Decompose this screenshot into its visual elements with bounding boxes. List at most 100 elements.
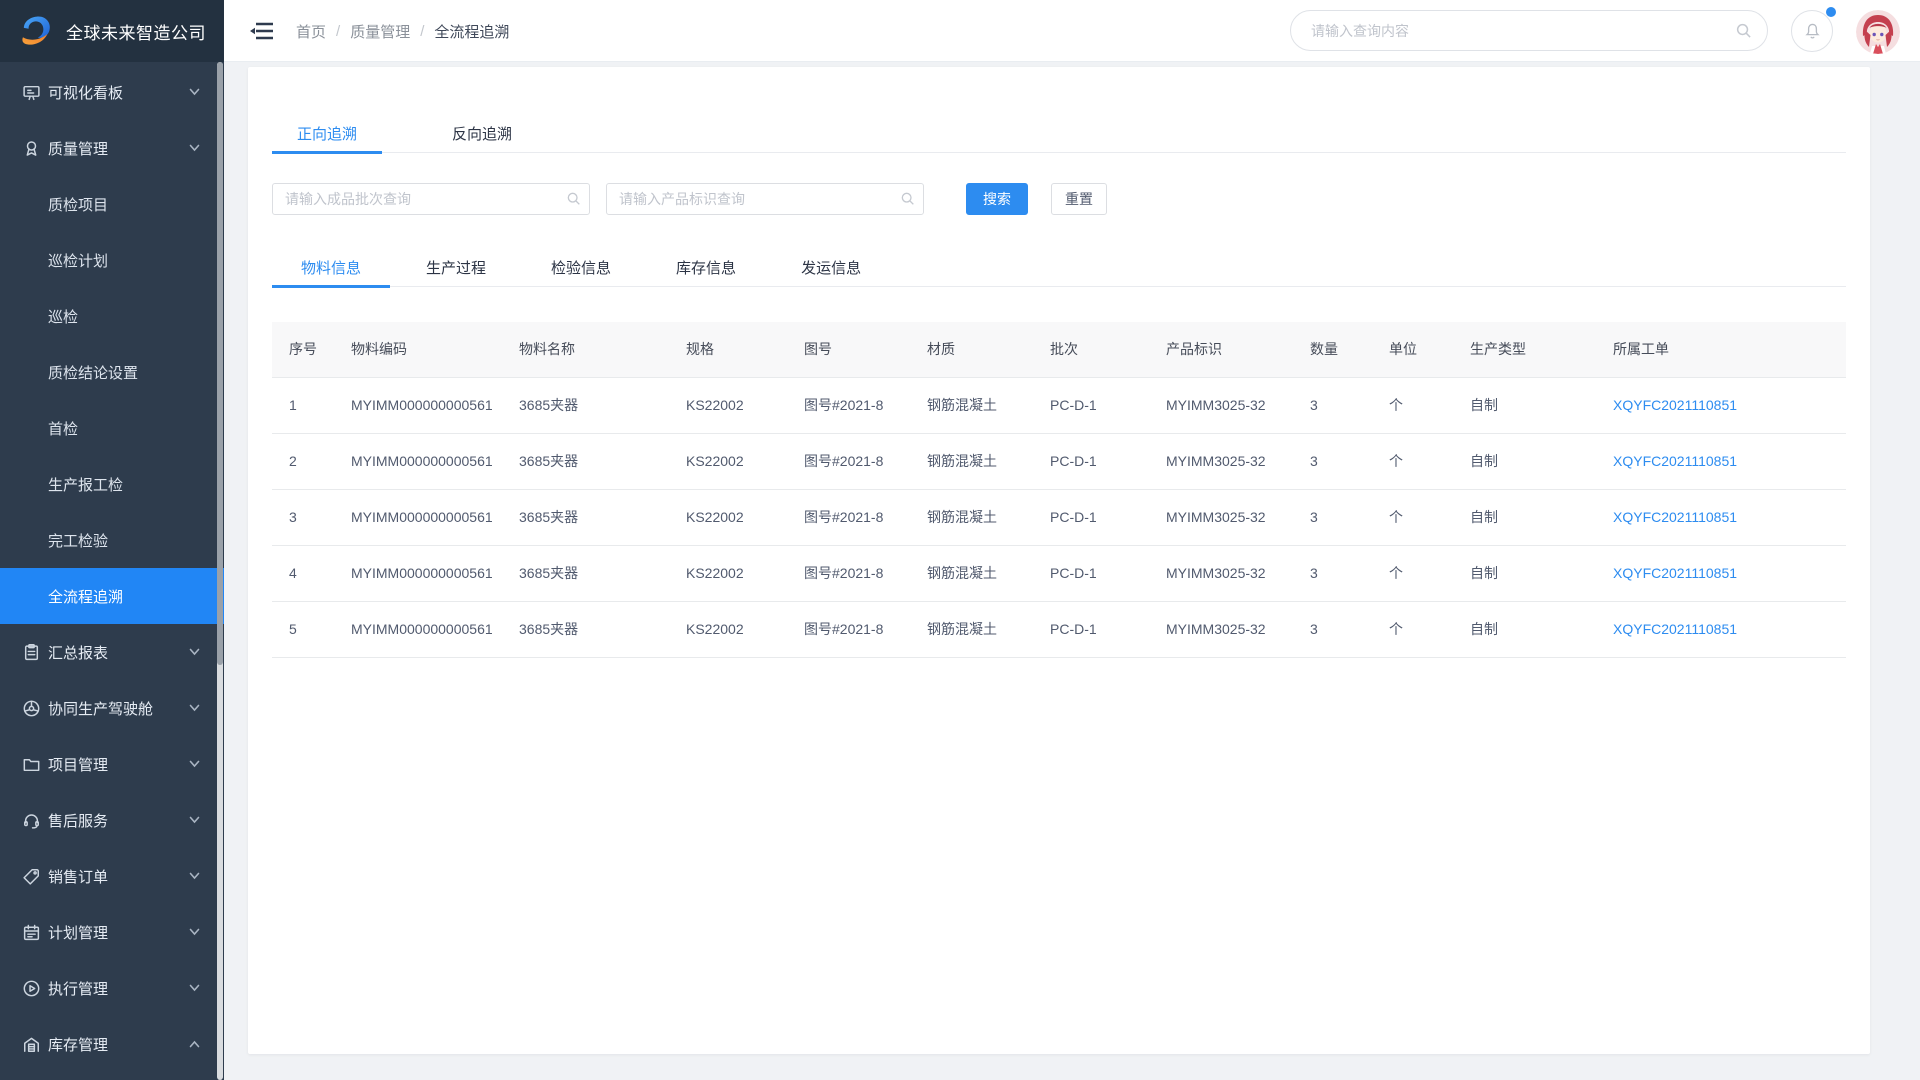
column-header-4: 图号: [787, 322, 910, 377]
sidebar-item-label: 生产报工检: [0, 474, 123, 495]
cell-1-10: 自制: [1453, 433, 1596, 489]
cell-4-8: 3: [1293, 601, 1372, 657]
breadcrumb-item-0[interactable]: 首页: [296, 21, 326, 42]
cell-0-10: 自制: [1453, 377, 1596, 433]
tab-info-3[interactable]: 库存信息: [647, 247, 765, 287]
column-header-6: 批次: [1033, 322, 1149, 377]
tab-info-2[interactable]: 检验信息: [522, 247, 640, 287]
column-header-3: 规格: [669, 322, 787, 377]
sidebar-item-9-sub[interactable]: 全流程追溯: [0, 568, 224, 624]
user-avatar[interactable]: [1856, 10, 1900, 54]
sidebar-item-11-group[interactable]: 协同生产驾驶舱: [0, 680, 224, 736]
sidebar-item-label: 完工检验: [0, 530, 108, 551]
global-search: [1290, 10, 1768, 51]
sidebar-item-15-group[interactable]: 计划管理: [0, 904, 224, 960]
sidebar-item-0-group[interactable]: 可视化看板: [0, 64, 224, 120]
search-button[interactable]: 搜索: [966, 183, 1028, 215]
column-header-7: 产品标识: [1149, 322, 1293, 377]
sidebar-item-17-group[interactable]: 库存管理: [0, 1016, 224, 1072]
cell-0-6: PC-D-1: [1033, 377, 1149, 433]
sidebar-item-13-group[interactable]: 售后服务: [0, 792, 224, 848]
cell-1-8: 3: [1293, 433, 1372, 489]
cell-1-4: 图号#2021-8: [787, 433, 910, 489]
cell-3-5: 钢筋混凝土: [910, 545, 1033, 601]
cell-0-9: 个: [1372, 377, 1453, 433]
sidebar-item-6-sub[interactable]: 首检: [0, 400, 224, 456]
sidebar-item-3-sub[interactable]: 巡检计划: [0, 232, 224, 288]
tab-info-4[interactable]: 发运信息: [772, 247, 890, 287]
column-header-8: 数量: [1293, 322, 1372, 377]
batch-search-field: [272, 183, 590, 215]
column-header-9: 单位: [1372, 322, 1453, 377]
table-row-3: 4MYIMM0000000005613685夹器KS22002图号#2021-8…: [272, 545, 1846, 601]
work-order-link[interactable]: XQYFC2021110851: [1613, 397, 1737, 413]
cell-3-0: 4: [272, 545, 334, 601]
cell-3-8: 3: [1293, 545, 1372, 601]
sidebar-item-5-sub[interactable]: 质检结论设置: [0, 344, 224, 400]
sidebar-scrollbar[interactable]: [217, 62, 223, 1080]
reset-button[interactable]: 重置: [1051, 183, 1107, 215]
work-order-link[interactable]: XQYFC2021110851: [1613, 509, 1737, 525]
sidebar-item-12-group[interactable]: 项目管理: [0, 736, 224, 792]
quality-badge-icon: [22, 139, 41, 158]
notifications-button[interactable]: [1791, 10, 1833, 52]
sidebar-menu: 可视化看板质量管理质检项目巡检计划巡检质检结论设置首检生产报工检完工检验全流程追…: [0, 62, 224, 1072]
sidebar-item-label: 可视化看板: [0, 82, 123, 103]
sidebar-item-16-group[interactable]: 执行管理: [0, 960, 224, 1016]
collapse-menu-icon[interactable]: [249, 19, 275, 43]
cell-4-2: 3685夹器: [502, 601, 669, 657]
cell-3-4: 图号#2021-8: [787, 545, 910, 601]
cell-3-2: 3685夹器: [502, 545, 669, 601]
work-order-link[interactable]: XQYFC2021110851: [1613, 453, 1737, 469]
cell-1-6: PC-D-1: [1033, 433, 1149, 489]
work-order-link[interactable]: XQYFC2021110851: [1613, 621, 1737, 637]
work-order-link[interactable]: XQYFC2021110851: [1613, 565, 1737, 581]
table-row-0: 1MYIMM0000000005613685夹器KS22002图号#2021-8…: [272, 377, 1846, 433]
product-id-search-input[interactable]: [606, 183, 924, 215]
sidebar-item-1-group[interactable]: 质量管理: [0, 120, 224, 176]
content-card: 正向追溯反向追溯 搜索 重置 物料信息生产过程检验信息库存信息发运信息 序号物料…: [248, 67, 1870, 1054]
filter-row: 搜索 重置: [272, 183, 1846, 215]
cell-2-10: 自制: [1453, 489, 1596, 545]
cell-1-5: 钢筋混凝土: [910, 433, 1033, 489]
breadcrumb-separator: /: [420, 23, 424, 40]
sidebar-item-label: 售后服务: [0, 810, 108, 831]
tab-trace-0[interactable]: 正向追溯: [272, 113, 382, 153]
sidebar-item-2-sub[interactable]: 质检项目: [0, 176, 224, 232]
sidebar-item-8-sub[interactable]: 完工检验: [0, 512, 224, 568]
tab-info-0[interactable]: 物料信息: [272, 247, 390, 287]
headset-icon: [22, 811, 41, 830]
sidebar-item-7-sub[interactable]: 生产报工检: [0, 456, 224, 512]
cell-1-9: 个: [1372, 433, 1453, 489]
cell-2-6: PC-D-1: [1033, 489, 1149, 545]
sidebar-scrollbar-thumb[interactable]: [217, 62, 223, 665]
sidebar-item-14-group[interactable]: 销售订单: [0, 848, 224, 904]
logo-bar[interactable]: 全球未来智造公司: [0, 0, 224, 62]
cell-4-11: XQYFC2021110851: [1596, 601, 1846, 657]
cell-2-11: XQYFC2021110851: [1596, 489, 1846, 545]
cell-3-7: MYIMM3025-32: [1149, 545, 1293, 601]
steering-wheel-icon: [22, 699, 41, 718]
search-icon[interactable]: [1735, 22, 1752, 39]
cell-4-10: 自制: [1453, 601, 1596, 657]
sidebar-item-4-sub[interactable]: 巡检: [0, 288, 224, 344]
tab-trace-1[interactable]: 反向追溯: [427, 113, 537, 153]
global-search-input[interactable]: [1290, 10, 1768, 51]
chevron-down-icon: [189, 88, 200, 96]
tab-info-1[interactable]: 生产过程: [397, 247, 515, 287]
sidebar-item-10-group[interactable]: 汇总报表: [0, 624, 224, 680]
cell-4-4: 图号#2021-8: [787, 601, 910, 657]
breadcrumb-item-2: 全流程追溯: [434, 21, 509, 42]
batch-search-input[interactable]: [272, 183, 590, 215]
column-header-5: 材质: [910, 322, 1033, 377]
cell-2-2: 3685夹器: [502, 489, 669, 545]
cell-2-1: MYIMM000000000561: [334, 489, 502, 545]
cell-1-0: 2: [272, 433, 334, 489]
sidebar-item-label: 全流程追溯: [0, 586, 123, 607]
sidebar-item-label: 质检结论设置: [0, 362, 138, 383]
breadcrumb-item-1[interactable]: 质量管理: [350, 21, 410, 42]
column-header-10: 生产类型: [1453, 322, 1596, 377]
breadcrumb-separator: /: [336, 23, 340, 40]
report-clipboard-icon: [22, 643, 41, 662]
cell-3-1: MYIMM000000000561: [334, 545, 502, 601]
